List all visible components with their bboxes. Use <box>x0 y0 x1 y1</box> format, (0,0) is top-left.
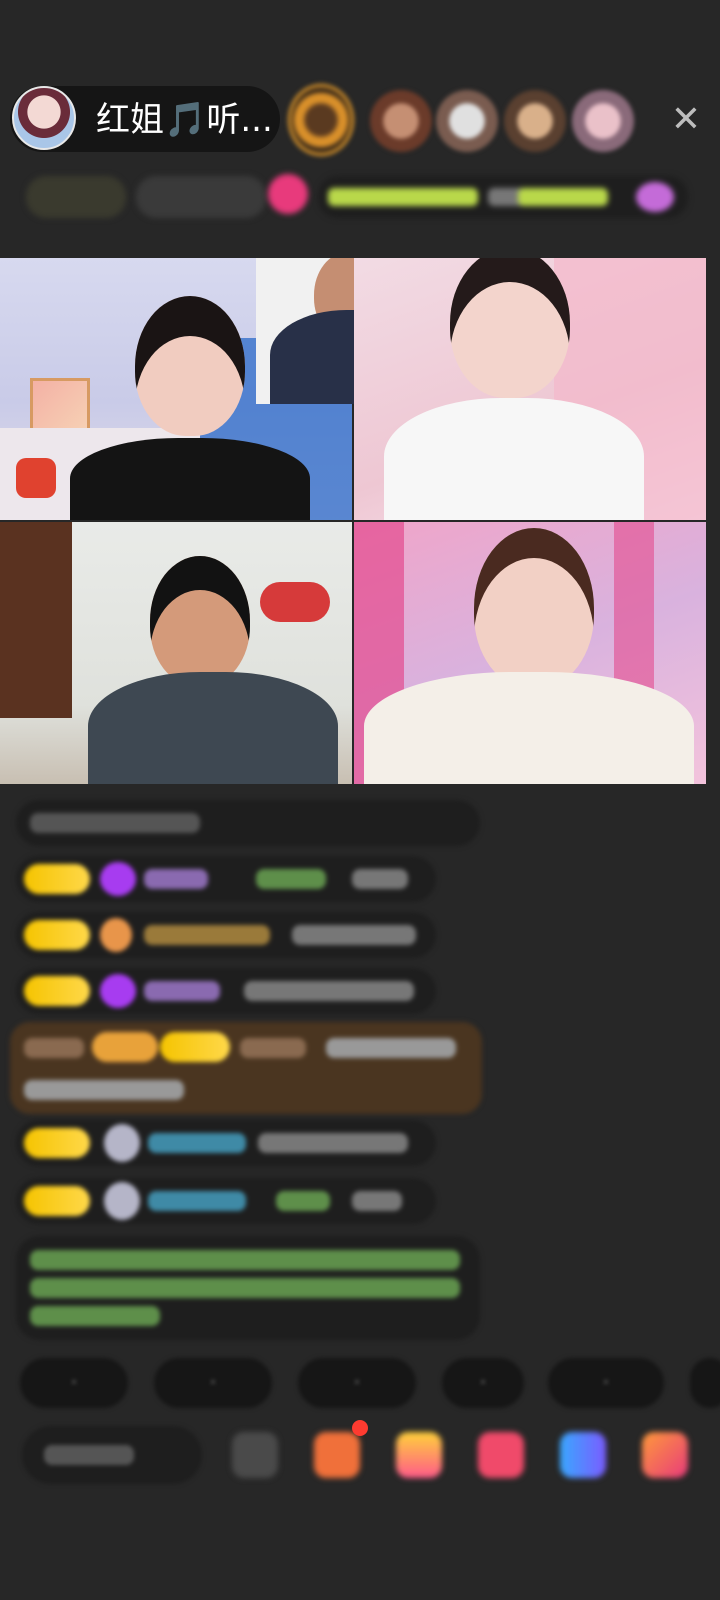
gift-icon[interactable] <box>268 174 308 214</box>
video-tile-3[interactable] <box>0 522 352 784</box>
quick-reply-6[interactable] <box>690 1358 720 1408</box>
comment-input[interactable] <box>22 1426 202 1484</box>
chat-message[interactable] <box>16 1178 436 1224</box>
video-tile-2[interactable] <box>354 258 706 520</box>
message-icon[interactable] <box>314 1432 360 1478</box>
top-viewer-avatar-3[interactable] <box>436 90 498 152</box>
chat-system-green <box>16 1236 480 1340</box>
quick-reply-4[interactable]: · <box>442 1358 524 1408</box>
chat-message[interactable] <box>16 968 436 1014</box>
stat-chip-2[interactable] <box>136 176 266 218</box>
video-tile-4[interactable] <box>354 522 706 784</box>
quick-reply-1[interactable]: · <box>20 1358 128 1408</box>
chat-message[interactable] <box>16 856 436 902</box>
host-name: 红姐🎵听... <box>96 100 273 140</box>
top-viewer-avatar-2[interactable] <box>370 90 432 152</box>
gift-box-icon[interactable] <box>396 1432 442 1478</box>
top-viewer-avatar-4[interactable] <box>504 90 566 152</box>
quick-reply-5[interactable]: · <box>548 1358 664 1408</box>
chat-message[interactable] <box>16 912 436 958</box>
ranking-banner[interactable] <box>318 176 688 218</box>
close-icon[interactable]: ✕ <box>666 100 706 140</box>
chat-system-notice <box>16 800 480 846</box>
quick-reply-2[interactable]: · <box>154 1358 272 1408</box>
host-avatar[interactable] <box>12 86 76 150</box>
stat-chip-1[interactable] <box>26 176 126 218</box>
quick-reply-3[interactable]: · <box>298 1358 416 1408</box>
like-icon[interactable] <box>478 1432 524 1478</box>
top-viewer-avatar-1[interactable] <box>288 84 354 156</box>
share-icon[interactable] <box>642 1432 688 1478</box>
emoji-icon[interactable] <box>232 1432 278 1478</box>
chat-message[interactable] <box>16 1120 436 1166</box>
game-icon[interactable] <box>560 1432 606 1478</box>
top-viewer-avatar-5[interactable] <box>572 90 634 152</box>
chat-highlight-message[interactable] <box>10 1022 482 1114</box>
notification-dot <box>352 1420 368 1436</box>
